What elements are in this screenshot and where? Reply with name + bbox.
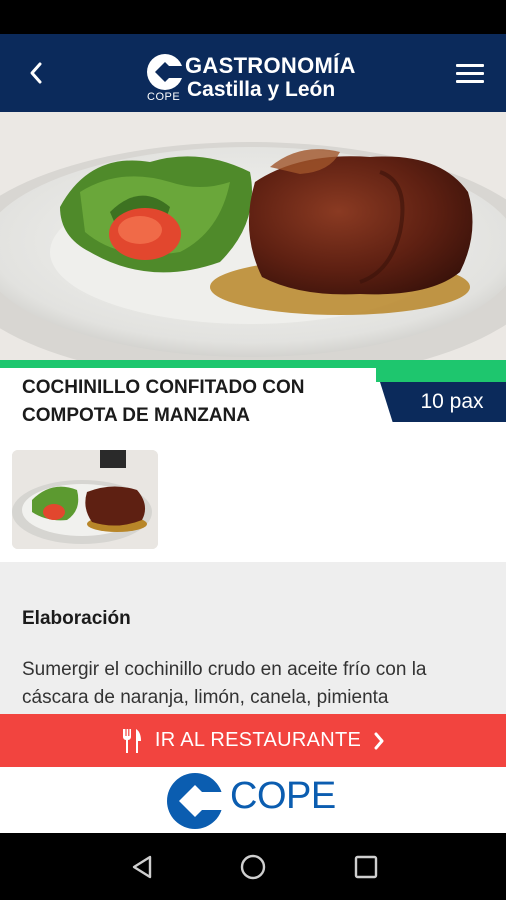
fork-knife-icon xyxy=(122,728,141,753)
accent-divider xyxy=(0,360,506,368)
image-gallery xyxy=(0,430,506,562)
chevron-left-icon xyxy=(30,62,42,84)
gallery-thumbnail[interactable] xyxy=(12,450,158,549)
go-to-restaurant-button[interactable]: IR AL RESTAURANTE xyxy=(0,714,506,767)
recipe-title: COCHINILLO CONFITADO CON COMPOTA DE MANZ… xyxy=(22,377,305,426)
footer-logo-text: COPE xyxy=(230,775,336,817)
circle-home-icon xyxy=(240,854,266,880)
preparation-section: Elaboración Sumergir el cochinillo crudo… xyxy=(0,562,506,714)
brand-title: GASTRONOMÍA xyxy=(185,53,356,78)
square-recents-icon xyxy=(354,855,378,879)
hamburger-menu-icon xyxy=(456,63,484,67)
triangle-back-icon xyxy=(132,855,152,879)
footer: COPE xyxy=(0,767,506,833)
menu-button[interactable] xyxy=(450,54,490,92)
app-header: COPE GASTRONOMÍA Castilla y León xyxy=(0,34,506,112)
accent-tab xyxy=(376,368,506,382)
cope-logo-icon xyxy=(167,773,227,829)
nav-home-button[interactable] xyxy=(237,851,269,883)
recipe-hero-image xyxy=(0,112,506,360)
nav-back-button[interactable] xyxy=(126,851,158,883)
brand-subtitle: Castilla y León xyxy=(187,78,336,101)
app-brand-logo: COPE GASTRONOMÍA Castilla y León xyxy=(145,48,375,104)
android-navigation-bar xyxy=(0,833,506,900)
section-body-text: Sumergir el cochinillo crudo en aceite f… xyxy=(22,659,427,708)
status-bar xyxy=(0,0,506,34)
nav-recents-button[interactable] xyxy=(350,851,382,883)
cope-logo-icon xyxy=(147,54,185,90)
section-heading: Elaboración xyxy=(22,608,131,629)
cta-label: IR AL RESTAURANTE xyxy=(154,729,362,751)
recipe-title-band: COCHINILLO CONFITADO CON COMPOTA DE MANZ… xyxy=(0,360,506,430)
chevron-right-icon xyxy=(374,732,384,749)
brand-small-label: COPE xyxy=(147,91,181,103)
back-button[interactable] xyxy=(18,54,54,92)
servings-badge: 10 pax xyxy=(380,382,506,422)
